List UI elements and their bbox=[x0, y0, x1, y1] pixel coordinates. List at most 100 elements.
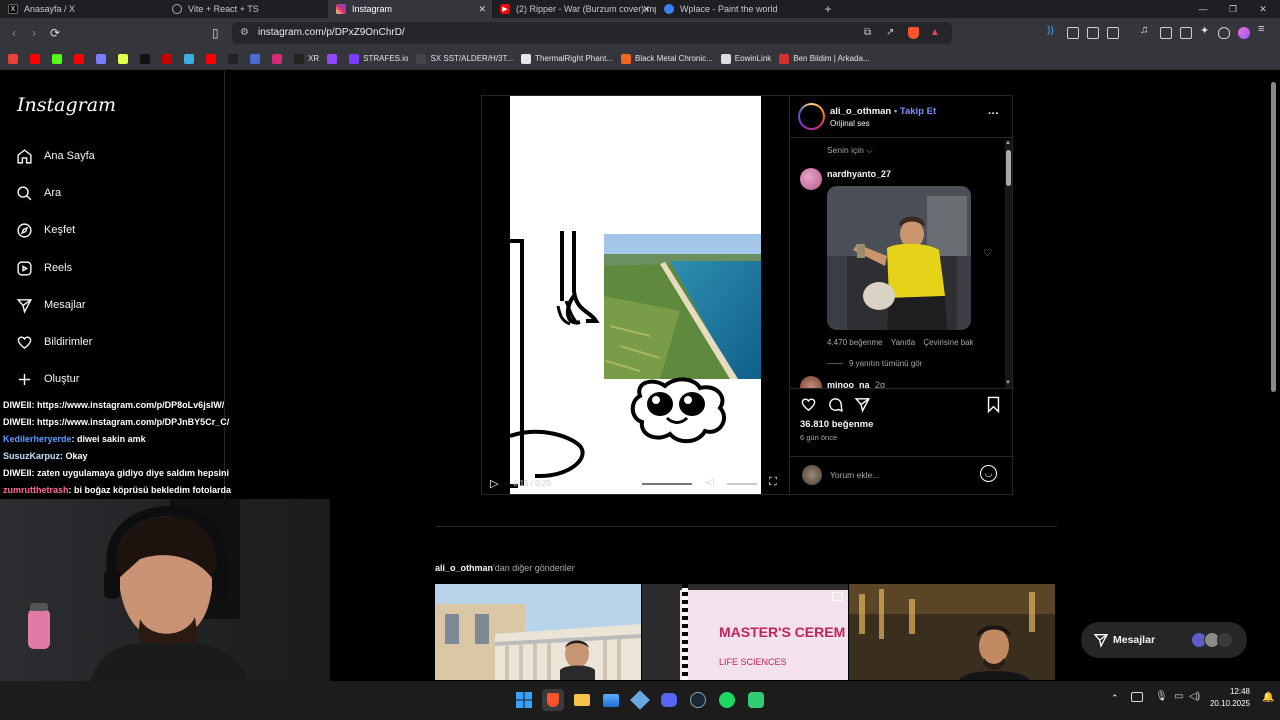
video-seek-bar[interactable] bbox=[566, 483, 692, 485]
extension-icon[interactable] bbox=[1107, 27, 1119, 39]
chevron-up-icon[interactable]: ⌃ bbox=[1111, 693, 1119, 704]
comment-input[interactable]: Yorum ekle... bbox=[830, 470, 879, 480]
comment-likes[interactable]: 4.470 beğenme bbox=[827, 338, 883, 347]
photos-icon[interactable] bbox=[600, 689, 622, 711]
nav-notifications[interactable]: Bildirimler bbox=[16, 329, 92, 355]
extension-icon[interactable] bbox=[1087, 27, 1099, 39]
bookmark-item[interactable] bbox=[184, 53, 198, 64]
bookmark-item[interactable]: XR bbox=[294, 53, 319, 64]
spotify-icon[interactable] bbox=[716, 689, 738, 711]
bookmark-item[interactable] bbox=[96, 53, 110, 64]
url-field[interactable]: ⚙ instagram.com/p/DPxZ9OnChrD/ ⧉ ↗ ▲ bbox=[232, 22, 952, 44]
commenter-avatar[interactable] bbox=[800, 376, 822, 388]
more-posts-username[interactable]: ali_o_othman bbox=[435, 563, 493, 573]
brave-shield-icon[interactable] bbox=[908, 27, 919, 39]
comment-icon[interactable] bbox=[827, 396, 844, 413]
bookmark-item[interactable] bbox=[140, 53, 154, 64]
bookmark-item[interactable] bbox=[206, 53, 220, 64]
bookmark-item[interactable]: EowinLink bbox=[720, 53, 771, 64]
nav-messages[interactable]: Mesajlar bbox=[16, 292, 86, 318]
brave-rewards-icon[interactable]: ▲ bbox=[930, 22, 940, 44]
audio-label[interactable]: Orijinal ses bbox=[830, 119, 870, 128]
vpn-icon[interactable] bbox=[1218, 27, 1230, 39]
bookmark-item[interactable] bbox=[327, 53, 341, 64]
profile-icon[interactable] bbox=[1238, 27, 1250, 39]
discord-icon[interactable] bbox=[658, 689, 680, 711]
follow-button[interactable]: Takip Et bbox=[900, 106, 936, 117]
app-icon[interactable] bbox=[629, 689, 651, 711]
share-icon[interactable] bbox=[854, 396, 871, 413]
ai-icon[interactable]: ✦ bbox=[1200, 24, 1212, 37]
volume-icon[interactable]: ◁ bbox=[706, 477, 714, 488]
tab-wplace[interactable]: Wplace - Paint the world bbox=[656, 0, 820, 18]
minimize-button[interactable]: — bbox=[1188, 0, 1218, 18]
comments-scrollbar[interactable]: ▲ ▼ bbox=[1005, 140, 1012, 388]
sidebar-icon[interactable] bbox=[1160, 27, 1172, 39]
network-icon[interactable]: ▭ bbox=[1174, 691, 1183, 702]
bookmark-item[interactable]: Black Metal Chronic... bbox=[620, 53, 713, 64]
nav-reels[interactable]: Reels bbox=[16, 255, 72, 281]
tab-youtube[interactable]: ▶ (2) Ripper - War (Burzum cover).mp4 ✕ bbox=[492, 0, 656, 18]
post-thumbnail[interactable] bbox=[435, 584, 641, 680]
brave-browser-icon[interactable] bbox=[542, 689, 564, 711]
tray-app-icon[interactable] bbox=[1131, 692, 1143, 702]
more-options-icon[interactable]: ··· bbox=[988, 108, 999, 120]
post-thumbnail[interactable] bbox=[849, 584, 1055, 680]
bookmark-item[interactable] bbox=[8, 53, 22, 64]
system-clock[interactable]: 12:48 20.10.2025 bbox=[1210, 686, 1250, 710]
bookmark-item[interactable] bbox=[162, 53, 176, 64]
tab-instagram[interactable]: Instagram ✕ bbox=[328, 0, 492, 18]
comment-gif[interactable] bbox=[827, 186, 971, 330]
instagram-logo[interactable]: Instagram bbox=[17, 94, 116, 116]
comment-username[interactable]: nardhyanto_27 bbox=[827, 169, 891, 179]
extension-icon[interactable] bbox=[1067, 27, 1079, 39]
close-window-button[interactable]: ✕ bbox=[1248, 0, 1278, 18]
notification-icon[interactable]: 🔔 bbox=[1262, 692, 1274, 703]
like-comment-icon[interactable]: ♡ bbox=[983, 248, 992, 259]
nav-search[interactable]: Ara bbox=[16, 180, 61, 206]
windows-start-icon[interactable] bbox=[513, 689, 535, 711]
post-thumbnail[interactable]: MASTER'S CEREM LIFE SCIENCES bbox=[642, 584, 848, 680]
bookmark-item[interactable] bbox=[250, 53, 264, 64]
bookmark-item[interactable] bbox=[118, 53, 132, 64]
audio-icon[interactable]: )) bbox=[1047, 25, 1059, 37]
close-tab-icon[interactable]: ✕ bbox=[478, 4, 486, 15]
new-tab-button[interactable]: + bbox=[820, 2, 836, 16]
close-tab-icon[interactable]: ✕ bbox=[642, 4, 650, 15]
volume-icon[interactable]: ◁) bbox=[1189, 691, 1200, 702]
volume-slider[interactable] bbox=[727, 483, 757, 485]
view-replies-button[interactable]: 9 yanıtın tümünü gör bbox=[827, 359, 922, 368]
tab-x[interactable]: X Anasayfa / X bbox=[0, 0, 164, 18]
play-icon[interactable]: ▷ bbox=[490, 477, 498, 490]
nav-explore[interactable]: Keşfet bbox=[16, 217, 75, 243]
heart-icon[interactable] bbox=[800, 396, 817, 413]
microphone-icon[interactable]: 🎙 bbox=[1155, 691, 1168, 702]
avatar[interactable] bbox=[798, 103, 825, 130]
bookmark-item[interactable] bbox=[74, 53, 88, 64]
emoji-icon[interactable]: ◡ bbox=[980, 465, 997, 482]
music-icon[interactable]: ♫ bbox=[1140, 24, 1152, 36]
reel-video[interactable] bbox=[510, 96, 761, 494]
wallet-icon[interactable] bbox=[1180, 27, 1192, 39]
file-explorer-icon[interactable] bbox=[571, 689, 593, 711]
bookmark-item[interactable]: ThermalRight Phant... bbox=[521, 53, 613, 64]
save-icon[interactable] bbox=[986, 396, 1001, 413]
site-info-icon[interactable]: ⚙ bbox=[240, 22, 249, 44]
bookmark-item[interactable]: SX SST/ALDER/H/3T... bbox=[416, 53, 513, 64]
open-external-icon[interactable]: ⧉ bbox=[864, 22, 871, 44]
bookmark-item[interactable]: STRAFES.io bbox=[349, 53, 408, 64]
commenter-avatar[interactable] bbox=[800, 168, 822, 190]
back-icon[interactable]: ‹ bbox=[12, 26, 16, 40]
reply-button[interactable]: Yanıtla bbox=[891, 338, 915, 347]
bookmark-item[interactable] bbox=[272, 53, 286, 64]
messages-button[interactable]: Mesajlar bbox=[1081, 622, 1247, 658]
comment-username[interactable]: minoo_na bbox=[827, 380, 870, 388]
bookmark-item[interactable] bbox=[228, 53, 242, 64]
post-username[interactable]: ali_o_othman bbox=[830, 106, 891, 117]
comment-sort[interactable]: Senin için ⌵ bbox=[827, 145, 873, 156]
nav-create[interactable]: Oluştur bbox=[16, 366, 79, 392]
translate-button[interactable]: Çevirisine bak bbox=[923, 338, 973, 347]
fullscreen-icon[interactable]: ⛶ bbox=[769, 476, 777, 489]
bookmark-item[interactable] bbox=[30, 53, 44, 64]
bookmark-item[interactable] bbox=[52, 53, 66, 64]
